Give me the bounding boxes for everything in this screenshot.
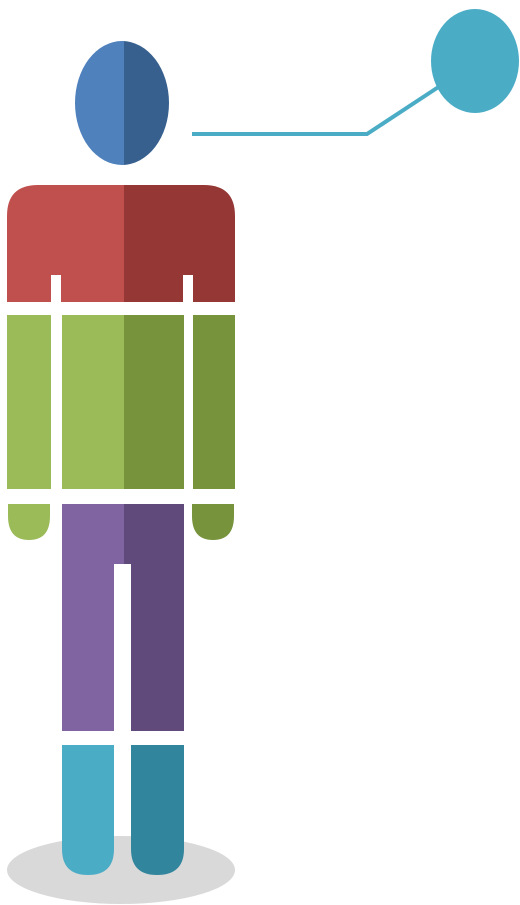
chest-left — [62, 315, 124, 489]
right-hand — [192, 504, 234, 540]
leg-right-lower — [131, 564, 184, 731]
right-foot — [131, 745, 184, 875]
head-left-half — [75, 41, 124, 165]
infographic-body-diagram — [0, 0, 520, 905]
leg-right-upper — [124, 504, 184, 564]
leg-left-upper — [62, 504, 124, 564]
legs-segment — [62, 504, 184, 731]
left-hand — [8, 504, 50, 540]
torso-segment — [7, 185, 235, 305]
callout-leader-line — [192, 84, 442, 136]
chest-right — [124, 315, 184, 489]
left-foot — [62, 745, 114, 875]
left-arm-upper — [7, 315, 51, 489]
head-segment — [75, 41, 169, 165]
leg-left-lower — [62, 564, 114, 731]
human-figure-icon — [7, 9, 519, 904]
head-right-half — [124, 41, 169, 165]
torso-left-half — [7, 185, 124, 302]
callout-circle-icon — [431, 9, 519, 113]
right-arm-upper — [193, 315, 235, 489]
ground-shadow — [7, 836, 235, 904]
